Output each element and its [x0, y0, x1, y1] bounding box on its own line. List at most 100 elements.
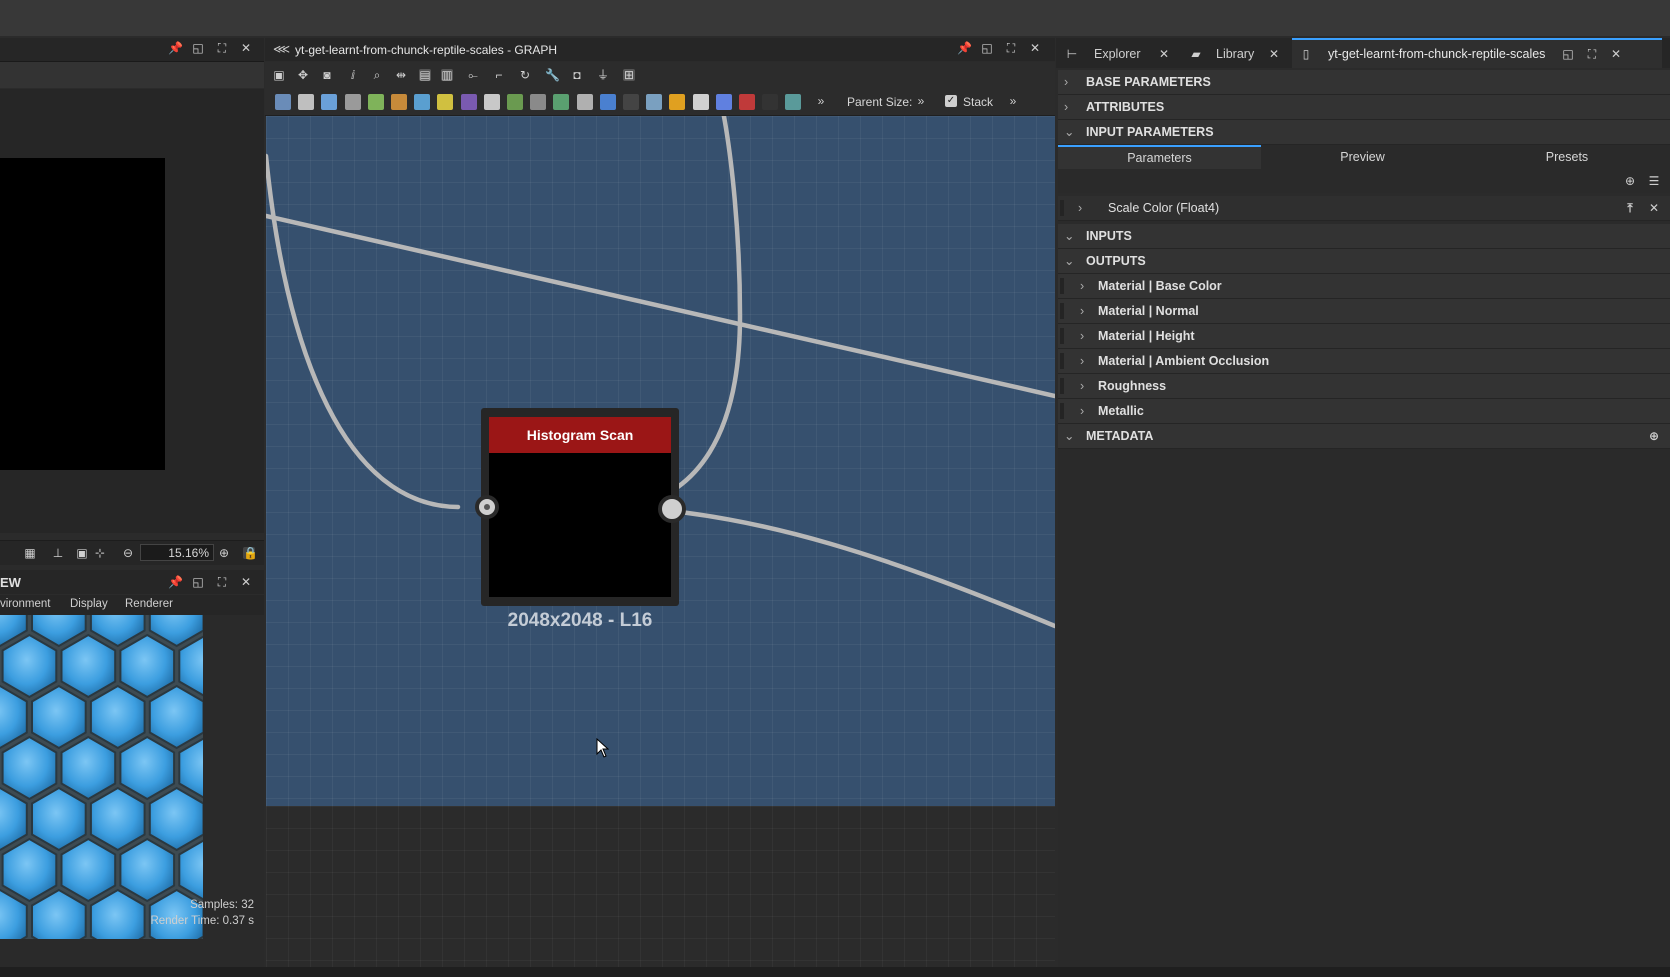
section-input-parameters[interactable]: ⌄ INPUT PARAMETERS	[1058, 120, 1670, 145]
pan-icon[interactable]: ✥	[297, 69, 309, 81]
output-item[interactable]: › Metallic	[1058, 399, 1670, 424]
pixel-processor-node-icon[interactable]	[739, 94, 755, 110]
maximize-icon[interactable]: ⛶	[1586, 48, 1598, 60]
export-icon[interactable]: ⤒	[1624, 202, 1636, 214]
tab-parameters[interactable]: Parameters	[1058, 145, 1261, 169]
zoom-out-icon[interactable]: ⊖	[122, 547, 134, 559]
normal-node-icon[interactable]	[576, 94, 593, 110]
drag-handle-icon[interactable]	[1060, 328, 1064, 344]
search-icon[interactable]: ⌕	[371, 69, 383, 81]
link-icon[interactable]: ⟜	[467, 69, 479, 81]
3d-view-viewport[interactable]: Samples: 32 Render Time: 0.37 s	[0, 615, 264, 967]
fit-icon[interactable]: ▣	[76, 547, 88, 559]
output-item[interactable]: › Material | Ambient Occlusion	[1058, 349, 1670, 374]
blur-node-icon[interactable]	[507, 94, 523, 110]
float-window-icon[interactable]: ◱	[981, 42, 993, 54]
screenshot-icon[interactable]: ◙	[321, 69, 333, 81]
transform-node-icon[interactable]	[344, 94, 361, 110]
section-outputs[interactable]: ⌄ OUTPUTS	[1058, 249, 1670, 274]
frame-all-icon[interactable]: ▣	[273, 69, 285, 81]
zoom-in-icon[interactable]: ⊕	[218, 547, 230, 559]
stack-checkbox[interactable]: ✓	[945, 95, 957, 107]
float-window-icon[interactable]: ◱	[192, 42, 204, 54]
levels-node-icon[interactable]	[437, 94, 454, 110]
output-item[interactable]: › Roughness	[1058, 374, 1670, 399]
distance-node-icon[interactable]	[785, 94, 802, 110]
layout-icon[interactable]: ▤	[419, 69, 431, 81]
menu-renderer[interactable]: Renderer	[125, 598, 173, 610]
clean-icon[interactable]: ⏚	[597, 69, 609, 81]
tab-document[interactable]: ▯ yt-get-learnt-from-chunck-reptile-scal…	[1292, 38, 1662, 68]
graph-lower-area[interactable]	[266, 806, 1055, 967]
tab-preview[interactable]: Preview	[1261, 145, 1464, 169]
maximize-icon[interactable]: ⛶	[216, 42, 228, 54]
info-icon[interactable]: ⅈ	[347, 69, 359, 81]
tiling-icon[interactable]: ⊥	[52, 547, 64, 559]
close-icon[interactable]: ✕	[240, 576, 252, 588]
histogram-scan-node[interactable]: Histogram Scan	[481, 408, 679, 606]
tile-sampler-node-icon[interactable]	[715, 94, 732, 110]
connector-icon[interactable]: ⌐	[493, 69, 505, 81]
section-attributes[interactable]: › ATTRIBUTES	[1058, 95, 1670, 120]
zoom-input[interactable]: 15.16%	[140, 544, 214, 561]
close-icon[interactable]: ✕	[1610, 48, 1622, 60]
drag-handle-icon[interactable]	[1060, 278, 1064, 294]
drag-handle-icon[interactable]	[1060, 303, 1064, 319]
parent-size-chevron-icon[interactable]: »	[915, 95, 927, 107]
gradient-dynamic-node-icon[interactable]	[623, 94, 639, 110]
menu-environment[interactable]: vironment	[0, 598, 51, 610]
blend-node-icon[interactable]	[460, 94, 477, 110]
uniform-color-node-icon[interactable]	[321, 94, 338, 110]
maximize-icon[interactable]: ⛶	[216, 576, 228, 588]
grid-icon[interactable]: ▦	[24, 547, 36, 559]
section-metadata[interactable]: ⌄ METADATA ⊕	[1058, 424, 1670, 449]
tab-library[interactable]: Library	[1216, 47, 1254, 61]
center-icon[interactable]: ⊹	[94, 547, 106, 559]
tab-explorer[interactable]: Explorer	[1094, 47, 1141, 61]
float-window-icon[interactable]: ◱	[192, 576, 204, 588]
emboss-node-icon[interactable]	[553, 94, 570, 110]
output-item[interactable]: › Material | Normal	[1058, 299, 1670, 324]
close-icon[interactable]: ✕	[1029, 42, 1041, 54]
pin-icon[interactable]: 📌	[168, 576, 183, 588]
pin-icon[interactable]: 📌	[168, 42, 183, 54]
more-chevron-icon[interactable]: »	[815, 95, 827, 107]
float-window-icon[interactable]: ◱	[1562, 48, 1574, 60]
node-input-port[interactable]	[475, 495, 499, 519]
lock-icon[interactable]: 🔒	[243, 547, 258, 559]
refresh-icon[interactable]: ↻	[519, 69, 531, 81]
crop-icon[interactable]: ⊞	[623, 69, 635, 81]
close-icon[interactable]: ✕	[240, 42, 252, 54]
text-node-icon[interactable]	[692, 94, 709, 110]
grayscale-convert-node-icon[interactable]	[483, 94, 500, 110]
add-parameter-icon[interactable]: ⊕	[1624, 175, 1636, 187]
gradient-map-node-icon[interactable]	[391, 94, 407, 110]
section-inputs[interactable]: ⌄ INPUTS	[1058, 224, 1670, 249]
node-output-port[interactable]	[658, 495, 686, 523]
curve-node-icon[interactable]	[367, 94, 384, 110]
tab-presets[interactable]: Presets	[1464, 145, 1670, 169]
align-icon[interactable]: ⇹	[395, 69, 407, 81]
stack-chevron-icon[interactable]: »	[1007, 95, 1019, 107]
close-icon[interactable]: ✕	[1268, 48, 1280, 60]
fx-map-node-icon[interactable]	[599, 94, 616, 110]
drag-handle-icon[interactable]	[1060, 200, 1064, 216]
list-menu-icon[interactable]: ☰	[1648, 175, 1660, 187]
pin-icon[interactable]: 📌	[957, 42, 972, 54]
drag-handle-icon[interactable]	[1060, 378, 1064, 394]
bitmap-node-icon[interactable]	[275, 94, 291, 110]
value-processor-node-icon[interactable]	[762, 94, 779, 110]
parameter-scale-color[interactable]: › Scale Color (Float4) ⤒ ✕	[1058, 196, 1670, 221]
directional-warp-node-icon[interactable]	[646, 94, 663, 110]
output-item[interactable]: › Material | Height	[1058, 324, 1670, 349]
drag-handle-icon[interactable]	[1060, 403, 1064, 419]
wrench-icon[interactable]: 🔧	[545, 69, 560, 81]
delete-icon[interactable]: ✕	[1648, 202, 1660, 214]
add-metadata-icon[interactable]: ⊕	[1648, 430, 1660, 442]
columns-icon[interactable]: ▥	[441, 69, 453, 81]
output-item[interactable]: › Material | Base Color	[1058, 274, 1670, 299]
maximize-icon[interactable]: ⛶	[1005, 42, 1017, 54]
menu-display[interactable]: Display	[70, 598, 108, 610]
shape-node-icon[interactable]	[669, 94, 686, 110]
frame-icon[interactable]: ◘	[571, 69, 583, 81]
